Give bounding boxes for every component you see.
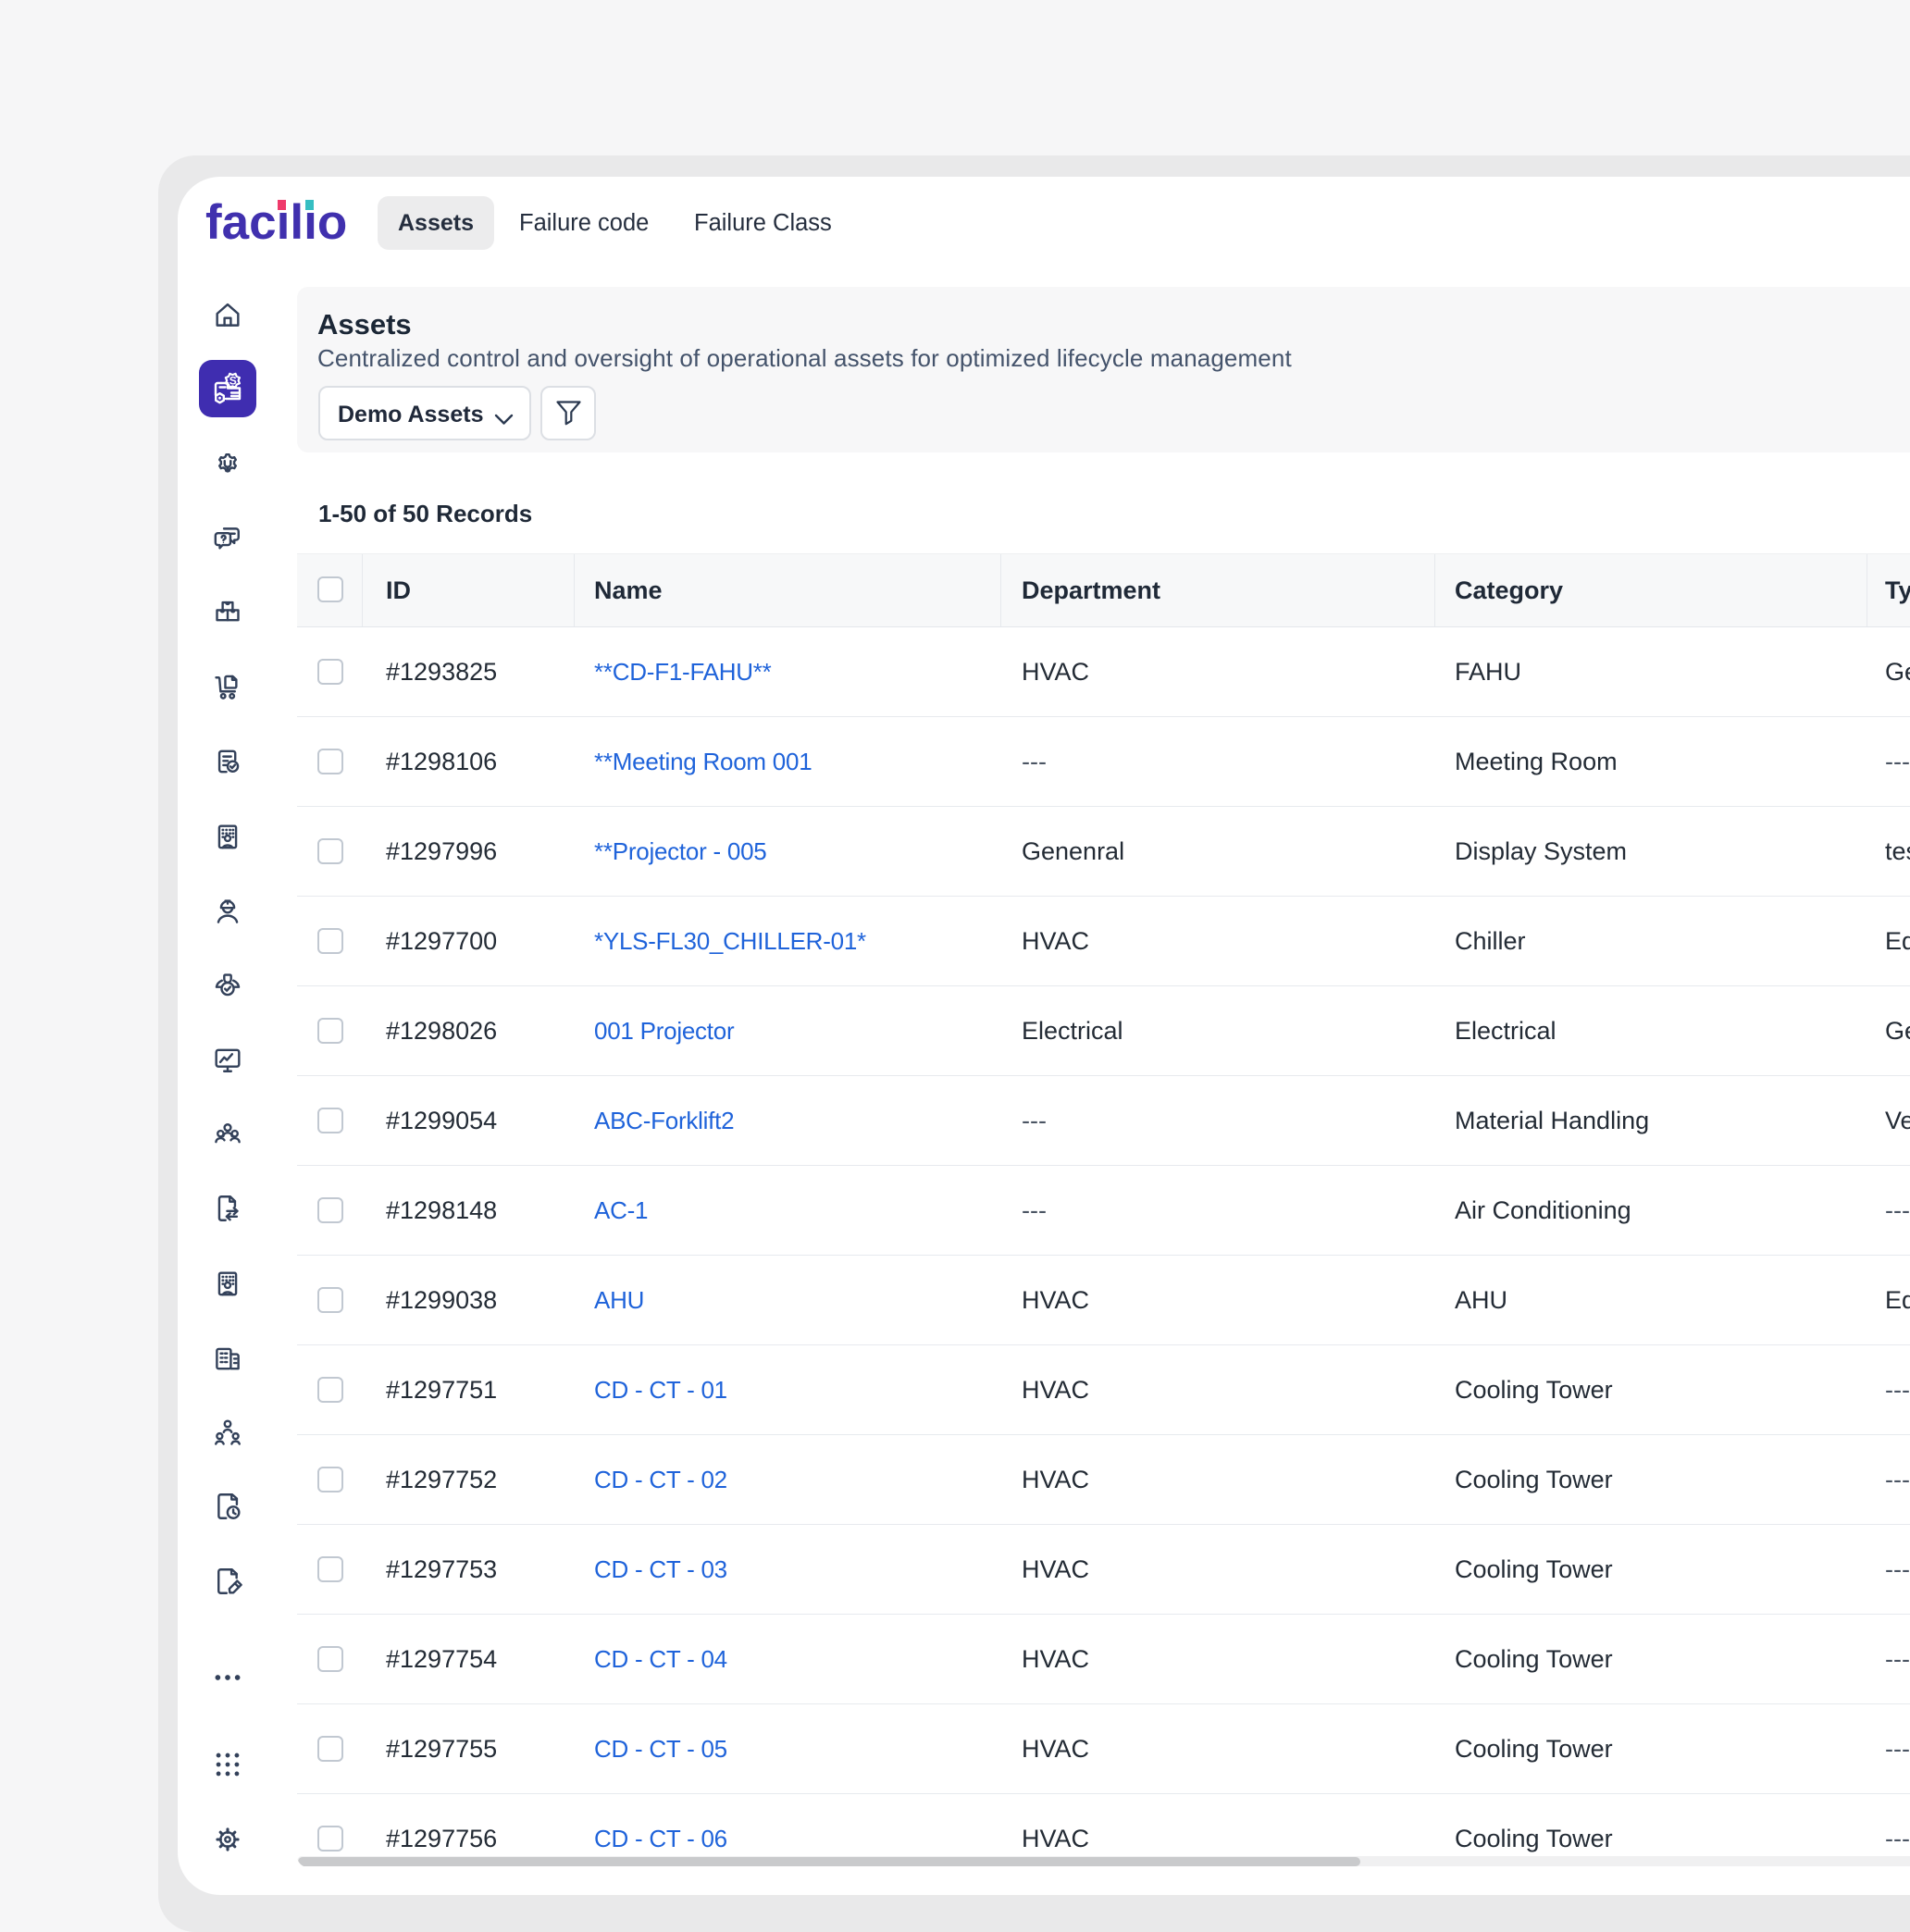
svg-text:S: S: [229, 375, 237, 388]
